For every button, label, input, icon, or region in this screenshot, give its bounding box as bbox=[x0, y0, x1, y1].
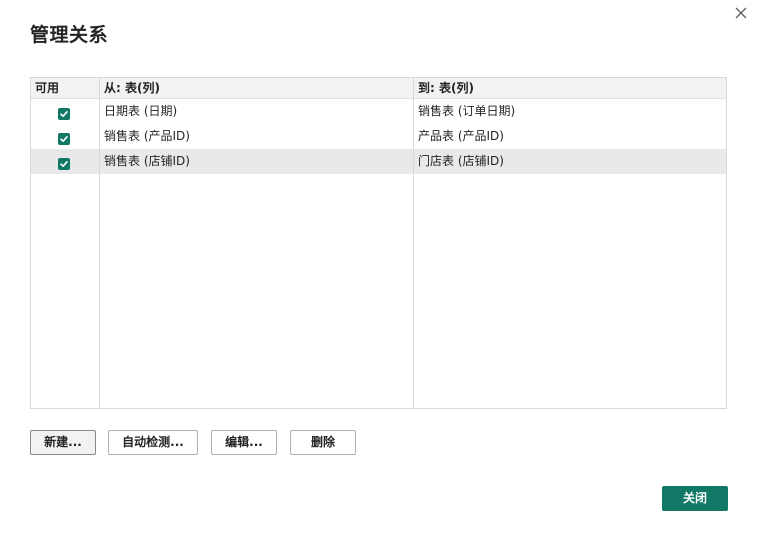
to-cell: 销售表 (订单日期) bbox=[418, 104, 516, 118]
close-button[interactable]: 关闭 bbox=[662, 486, 728, 511]
table-header: 可用 从: 表(列) 到: 表(列) bbox=[31, 78, 726, 99]
table-row[interactable]: 销售表 (产品ID) 产品表 (产品ID) bbox=[31, 124, 726, 149]
to-cell: 门店表 (店铺ID) bbox=[418, 154, 504, 168]
column-divider bbox=[99, 78, 100, 408]
autodetect-button[interactable]: 自动检测... bbox=[108, 430, 198, 455]
enabled-checkbox[interactable] bbox=[58, 133, 70, 145]
column-divider bbox=[413, 78, 414, 408]
delete-button[interactable]: 删除 bbox=[290, 430, 356, 455]
close-icon[interactable] bbox=[734, 5, 748, 19]
new-button[interactable]: 新建... bbox=[30, 430, 96, 455]
from-cell: 日期表 (日期) bbox=[104, 104, 178, 118]
relationships-table: 可用 从: 表(列) 到: 表(列) 日期表 (日期) 销售表 (订单日期) 销… bbox=[30, 77, 727, 409]
table-row-selected[interactable]: 销售表 (店铺ID) 门店表 (店铺ID) bbox=[31, 149, 726, 174]
header-from[interactable]: 从: 表(列) bbox=[100, 78, 160, 98]
checkmark-icon bbox=[60, 111, 68, 117]
enabled-checkbox[interactable] bbox=[58, 108, 70, 120]
enabled-checkbox[interactable] bbox=[58, 158, 70, 170]
dialog-title: 管理关系 bbox=[30, 24, 109, 46]
edit-button[interactable]: 编辑... bbox=[211, 430, 277, 455]
header-enabled[interactable]: 可用 bbox=[31, 78, 59, 98]
checkmark-icon bbox=[60, 161, 68, 167]
to-cell: 产品表 (产品ID) bbox=[418, 129, 504, 143]
from-cell: 销售表 (店铺ID) bbox=[104, 154, 190, 168]
checkmark-icon bbox=[60, 136, 68, 142]
from-cell: 销售表 (产品ID) bbox=[104, 129, 190, 143]
table-row[interactable]: 日期表 (日期) 销售表 (订单日期) bbox=[31, 99, 726, 124]
header-to[interactable]: 到: 表(列) bbox=[414, 78, 474, 98]
